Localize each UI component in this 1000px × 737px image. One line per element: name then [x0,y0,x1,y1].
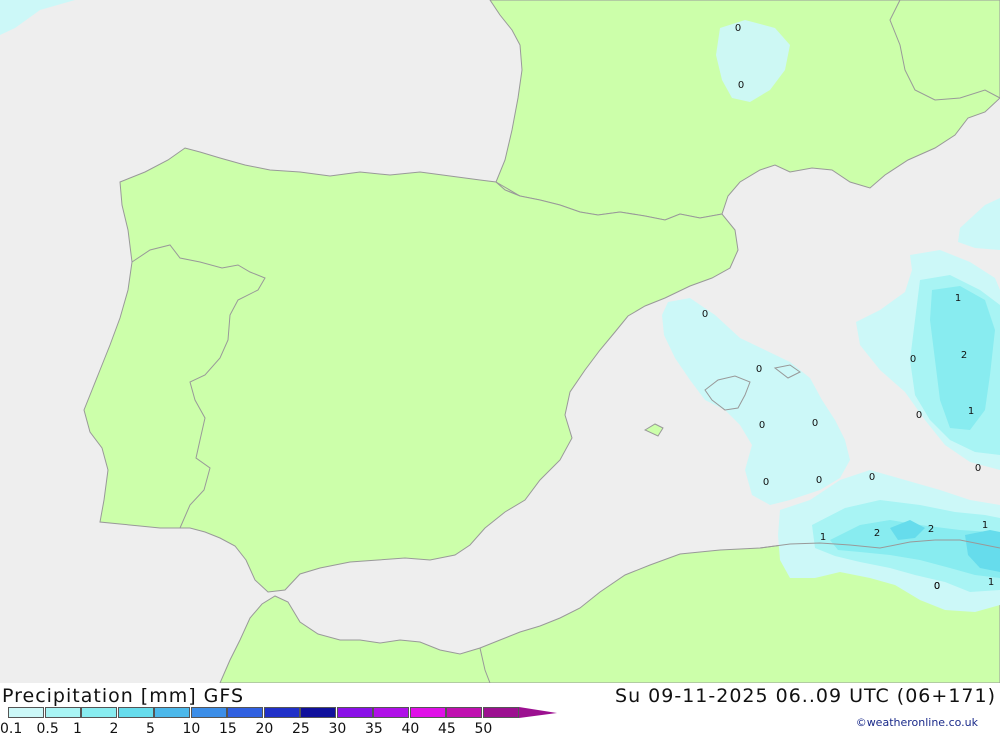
contour-label: 2 [961,350,967,361]
contour-label: 1 [968,406,974,417]
legend-label: 5 [146,721,155,737]
legend-swatch [446,707,482,718]
credit-link[interactable]: ©weatheronline.co.uk [856,716,978,729]
contour-label: 0 [735,23,741,34]
legend-swatch [336,707,373,718]
legend-label: 20 [255,721,274,737]
contour-label: 0 [756,364,762,375]
legend-swatch [373,707,409,718]
legend-arrow-icon [519,707,557,718]
contour-label: 1 [982,520,988,531]
legend-label: 0.5 [36,721,59,737]
legend-label: 35 [365,721,383,737]
contour-label: 1 [820,532,826,543]
map-title: Precipitation [mm] GFS [2,685,245,707]
contour-label: 0 [702,309,708,320]
legend-label: 40 [401,721,420,737]
legend-label: 15 [219,721,237,737]
contour-label: 2 [928,524,934,535]
contour-label: 0 [869,472,875,483]
precipitation-map[interactable]: 0 0 0 0 0 0 0 0 0 1 0 2 0 1 0 0 1 2 2 1 … [0,0,1000,683]
legend-swatch [154,707,190,718]
legend-label: 50 [474,721,493,737]
contour-label: 0 [916,410,922,421]
contour-label: 0 [934,581,940,592]
contour-label: 2 [874,528,880,539]
legend-label: 0.1 [0,721,23,737]
legend-swatch [263,707,300,718]
map-footer: Precipitation [mm] GFS Su 09-11-2025 06.… [0,683,1000,737]
legend-swatch [44,707,81,718]
legend-swatch [190,707,227,718]
legend-swatch [81,707,117,718]
legend-label: 30 [328,721,347,737]
contour-label: 1 [988,577,994,588]
legend-label: 45 [438,721,456,737]
contour-label: 0 [759,420,765,431]
contour-label: 0 [763,477,769,488]
contour-label: 0 [812,418,818,429]
contour-label: 0 [910,354,916,365]
legend-swatch [409,707,446,718]
legend-label: 25 [292,721,310,737]
legend-swatch [482,707,519,718]
contour-label: 0 [816,475,822,486]
legend-label: 2 [109,721,119,737]
contour-label: 0 [975,463,981,474]
legend-swatch [300,707,336,718]
legend-swatch [227,707,263,718]
contour-label: 0 [738,80,744,91]
valid-time: Su 09-11-2025 06..09 UTC (06+171) [615,685,996,707]
legend-swatch [8,707,44,718]
contour-label: 1 [955,293,961,304]
legend-swatch [117,707,154,718]
legend-label: 10 [182,721,201,737]
legend-label: 1 [73,721,82,737]
